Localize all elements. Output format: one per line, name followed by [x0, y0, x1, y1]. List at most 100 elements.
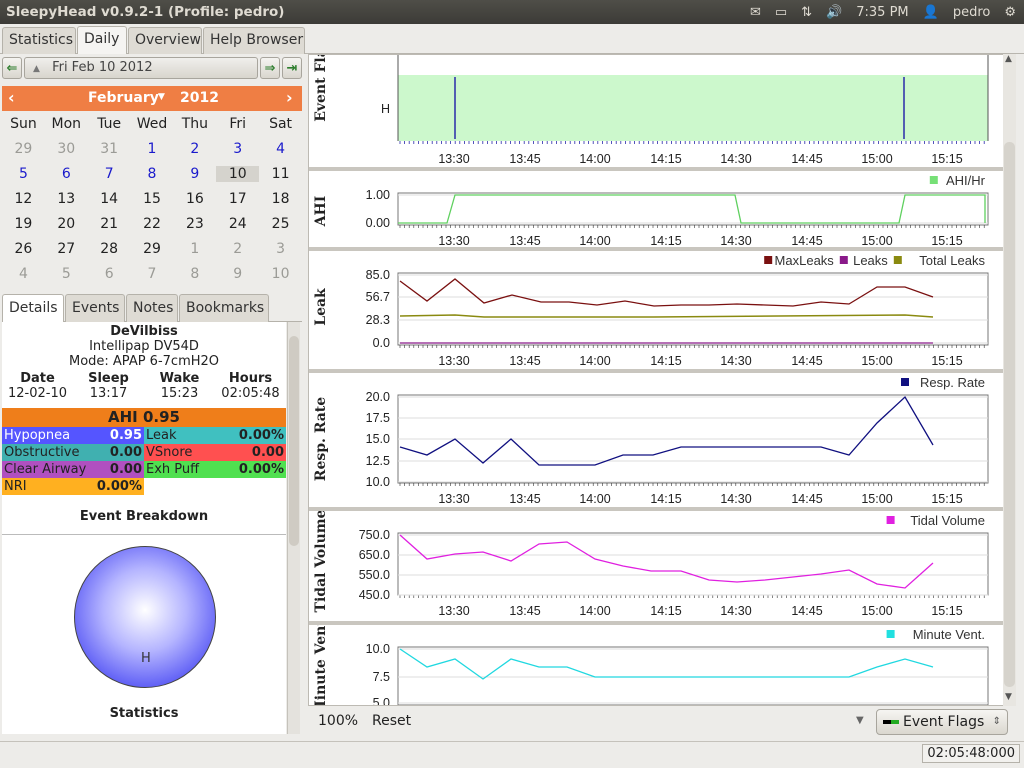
scroll-up-icon[interactable]: ▲	[1005, 54, 1012, 64]
next-month-icon[interactable]: ›	[286, 88, 293, 107]
calendar-day[interactable]: 6	[88, 266, 131, 282]
graph-ahi[interactable]: 13:30 13:45 14:00 14:15 14:30 14:45 15:00 15:15…	[309, 171, 1003, 247]
calendar-day[interactable]: 24	[216, 216, 259, 232]
weekday: Fri	[229, 115, 247, 132]
time-tick-label: 14:15	[650, 234, 681, 247]
y-tick-label: 17.5	[366, 411, 390, 425]
time-tick-label: 14:45	[791, 492, 822, 506]
tab-daily[interactable]: Daily	[77, 26, 127, 54]
tab-events[interactable]: Events	[65, 294, 125, 322]
calendar-day[interactable]: 29	[131, 241, 174, 257]
calendar-day[interactable]: 21	[88, 216, 131, 232]
calendar-day[interactable]: 30	[45, 141, 88, 157]
calendar-day[interactable]: 1	[131, 141, 174, 157]
calendar-day[interactable]: 23	[173, 216, 216, 232]
calendar-day[interactable]: 13	[45, 191, 88, 207]
graph-select-combo[interactable]: Event Flags ⇕	[876, 709, 1008, 735]
calendar-year[interactable]: 2012	[180, 90, 219, 106]
calendar-day[interactable]: 28	[88, 241, 131, 257]
tab-help-browser[interactable]: Help Browser	[203, 27, 305, 54]
calendar-day[interactable]: 15	[131, 191, 174, 207]
graph-minute-vent[interactable]: 13:3013:4514:0014:1514:3014:4515:0015:15…	[309, 625, 1003, 705]
calendar-day[interactable]: 19	[2, 216, 45, 232]
calendar-day-selected[interactable]: 10	[216, 165, 260, 182]
calendar-day[interactable]: 31	[88, 141, 131, 157]
prev-month-icon[interactable]: ‹	[8, 88, 15, 107]
time-tick-label: 14:30	[720, 152, 751, 166]
calendar-day[interactable]: 29	[2, 141, 45, 157]
time-tick-label: 14:00	[579, 492, 610, 506]
calendar-day[interactable]: 25	[259, 216, 302, 232]
calendar-day[interactable]: 11	[259, 166, 302, 182]
graph-leak[interactable]: 13:30 13:45 14:00 14:15 14:30 14:45 15:00 15:15…	[309, 251, 1003, 369]
calendar-day[interactable]: 14	[88, 191, 131, 207]
calendar-day[interactable]: 26	[2, 241, 45, 257]
time-tick-label: 13:30	[438, 152, 469, 166]
calendar-day[interactable]: 2	[173, 141, 216, 157]
prev-day-button[interactable]: ⇐	[2, 57, 22, 79]
tab-details[interactable]: Details	[2, 294, 64, 322]
scrollbar-thumb[interactable]	[1004, 142, 1015, 687]
calendar-day[interactable]: 3	[259, 241, 302, 257]
scrollbar-thumb[interactable]	[289, 336, 299, 546]
reset-button[interactable]: Reset	[372, 713, 411, 729]
calendar-day[interactable]: 18	[259, 191, 302, 207]
zoom-level: 100%	[318, 713, 359, 729]
calendar-day[interactable]: 4	[259, 141, 302, 157]
calendar-day[interactable]: 16	[173, 191, 216, 207]
calendar-day[interactable]: 7	[88, 166, 131, 182]
calendar-day[interactable]: 9	[216, 266, 259, 282]
calendar-day[interactable]: 27	[45, 241, 88, 257]
calendar-day[interactable]: 5	[2, 166, 45, 182]
month-dropdown-icon[interactable]: ▼	[158, 92, 165, 102]
graph-resp-rate[interactable]: 13:30 13:45 14:00 14:15 14:30 14:45 15:00 15:15…	[309, 373, 1003, 507]
legend-swatch	[886, 516, 895, 524]
mail-icon[interactable]: ✉	[750, 5, 761, 20]
graph-scrollbar[interactable]: ▲ ▼	[1003, 54, 1016, 706]
calendar-day[interactable]: 22	[131, 216, 174, 232]
window-title: SleepyHead v0.9.2-1 (Profile: pedro)	[6, 4, 285, 20]
calendar-day[interactable]: 6	[45, 166, 88, 182]
tab-overview[interactable]: Overview	[128, 27, 202, 54]
calendar-day[interactable]: 4	[2, 266, 45, 282]
calendar-day[interactable]: 2	[216, 241, 259, 257]
calendar-day[interactable]: 10	[259, 266, 302, 282]
scroll-down-icon[interactable]: ▼	[1005, 692, 1012, 702]
date-dropdown[interactable]: ▲ Fri Feb 10 2012	[24, 57, 258, 79]
graph-event-flags[interactable]: 13:30 13:45 14:00 14:15 14:30 14:45 15:00 15:15…	[309, 55, 1003, 167]
battery-icon[interactable]: ▭	[775, 5, 787, 20]
calendar-header: ‹ February ▼ 2012 ›	[2, 86, 302, 111]
calendar-day[interactable]: 12	[2, 191, 45, 207]
calendar-day[interactable]: 8	[173, 266, 216, 282]
time-tick-label: 15:15	[931, 152, 962, 166]
last-day-button[interactable]: ⇥	[282, 57, 302, 79]
clock[interactable]: 7:35 PM	[856, 5, 908, 20]
calendar-day[interactable]: 9	[173, 166, 216, 182]
tab-bookmarks[interactable]: Bookmarks	[179, 294, 269, 322]
event-value: 0.00	[109, 445, 142, 460]
details-scrollbar[interactable]	[287, 322, 300, 734]
gear-icon[interactable]: ⚙	[1004, 5, 1016, 20]
network-icon[interactable]: ⇅	[801, 5, 812, 20]
calendar-day[interactable]: 20	[45, 216, 88, 232]
calendar-day[interactable]: 5	[45, 266, 88, 282]
calendar-day[interactable]: 3	[216, 141, 259, 157]
graph-title: Resp. Rate	[313, 397, 329, 481]
graph-tidal-volume[interactable]: 13:30 13:45 14:00 14:15 14:30 14:45 15:00 15:15…	[309, 511, 1003, 621]
calendar-day[interactable]: 1	[173, 241, 216, 257]
volume-icon[interactable]: 🔊	[826, 5, 842, 20]
chevron-down-icon[interactable]: ▼	[856, 715, 864, 726]
event-breakdown-pie: H	[74, 546, 216, 688]
calendar-day[interactable]: 8	[131, 166, 174, 182]
tab-notes[interactable]: Notes	[126, 294, 178, 322]
user-name[interactable]: pedro	[953, 5, 991, 20]
calendar-month[interactable]: February	[88, 90, 159, 106]
tab-statistics[interactable]: Statistics	[2, 27, 76, 54]
y-tick-label: 650.0	[359, 548, 390, 562]
time-tick-label: 15:00	[861, 234, 892, 247]
flag-row-label: H	[381, 102, 390, 116]
next-day-button[interactable]: ⇒	[260, 57, 280, 79]
calendar-day[interactable]: 17	[216, 191, 259, 207]
calendar-week: 4 5 6 7 8 9 10	[2, 261, 302, 286]
calendar-day[interactable]: 7	[131, 266, 174, 282]
